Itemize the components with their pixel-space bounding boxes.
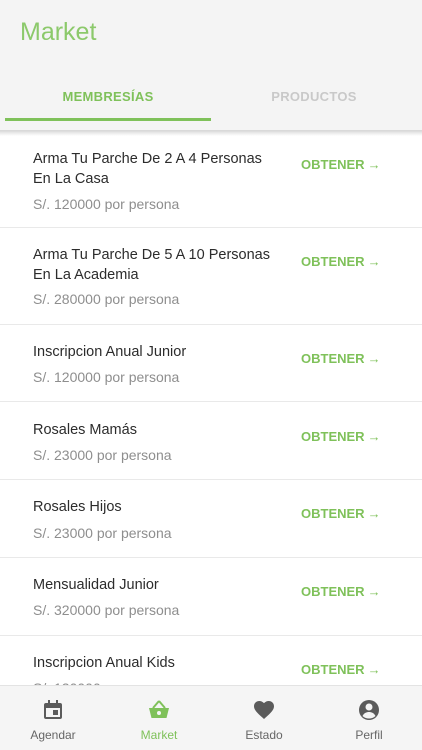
list-item[interactable]: Inscripcion Anual Junior S/. 120000 por … (0, 325, 422, 402)
item-name: Inscripcion Anual Junior (33, 344, 187, 360)
obtener-button[interactable]: OBTENER → (301, 429, 381, 444)
nav-market[interactable]: Market (106, 686, 212, 750)
tab-bar: MEMBRESÍAS PRODUCTOS (0, 78, 422, 122)
item-price: S/. 120000 por persona (33, 196, 180, 212)
arrow-right-icon: → (367, 506, 381, 521)
nav-agendar[interactable]: Agendar (0, 686, 106, 750)
list-item[interactable]: Mensualidad Junior S/. 320000 por person… (0, 558, 422, 636)
arrow-right-icon: → (367, 351, 381, 366)
basket-icon (149, 700, 169, 718)
obtener-button[interactable]: OBTENER → (301, 157, 381, 172)
nav-label: Estado (245, 728, 283, 742)
obtener-button[interactable]: OBTENER → (301, 254, 381, 269)
tab-productos[interactable]: PRODUCTOS (211, 78, 417, 118)
arrow-right-icon: → (367, 157, 381, 172)
arrow-right-icon: → (367, 429, 381, 444)
list-item[interactable]: Rosales Mamás S/. 23000 por persona OBTE… (0, 402, 422, 480)
item-name: Inscripcion Anual Kids (33, 655, 175, 671)
item-price: S/. 23000 por persona (33, 525, 172, 541)
item-price: S/. 280000 por persona (33, 291, 180, 307)
obtener-label: OBTENER (301, 254, 365, 269)
item-name: Mensualidad Junior (33, 577, 159, 593)
list-item[interactable]: Rosales Hijos S/. 23000 por persona OBTE… (0, 480, 422, 558)
page-title: Market (20, 18, 97, 46)
obtener-label: OBTENER (301, 157, 365, 172)
calendar-icon (44, 700, 62, 719)
obtener-button[interactable]: OBTENER → (301, 506, 381, 521)
item-name: Arma Tu Parche De 5 A 10 Personas En La … (33, 247, 270, 283)
obtener-label: OBTENER (301, 584, 365, 599)
obtener-label: OBTENER (301, 429, 365, 444)
nav-label: Perfil (355, 728, 383, 742)
active-tab-indicator (5, 118, 211, 121)
item-price: S/. 23000 por persona (33, 447, 172, 463)
list-item[interactable]: Arma Tu Parche De 5 A 10 Personas En La … (0, 228, 422, 325)
nav-perfil[interactable]: Perfil (316, 686, 422, 750)
nav-label: Agendar (30, 728, 76, 742)
nav-label: Market (140, 728, 178, 742)
item-name: Rosales Mamás (33, 422, 137, 438)
obtener-button[interactable]: OBTENER → (301, 351, 381, 366)
obtener-label: OBTENER (301, 662, 365, 677)
nav-estado[interactable]: Estado (211, 686, 317, 750)
obtener-label: OBTENER (301, 506, 365, 521)
heart-icon (254, 701, 274, 719)
arrow-right-icon: → (367, 584, 381, 599)
item-name: Arma Tu Parche De 2 A 4 Personas En La C… (33, 151, 262, 187)
arrow-right-icon: → (367, 662, 381, 677)
bottom-navigation: Agendar Market Estado Perfil (0, 685, 422, 750)
list-item[interactable]: Arma Tu Parche De 2 A 4 Personas En La C… (0, 133, 422, 228)
obtener-button[interactable]: OBTENER → (301, 584, 381, 599)
profile-icon (359, 700, 379, 720)
tab-membresias[interactable]: MEMBRESÍAS (5, 78, 211, 118)
item-price: S/. 120000 por persona (33, 369, 180, 385)
obtener-label: OBTENER (301, 351, 365, 366)
obtener-button[interactable]: OBTENER → (301, 662, 381, 677)
arrow-right-icon: → (367, 254, 381, 269)
item-name: Rosales Hijos (33, 499, 122, 515)
app-header: Market MEMBRESÍAS PRODUCTOS (0, 0, 422, 132)
item-price: S/. 320000 por persona (33, 602, 180, 618)
